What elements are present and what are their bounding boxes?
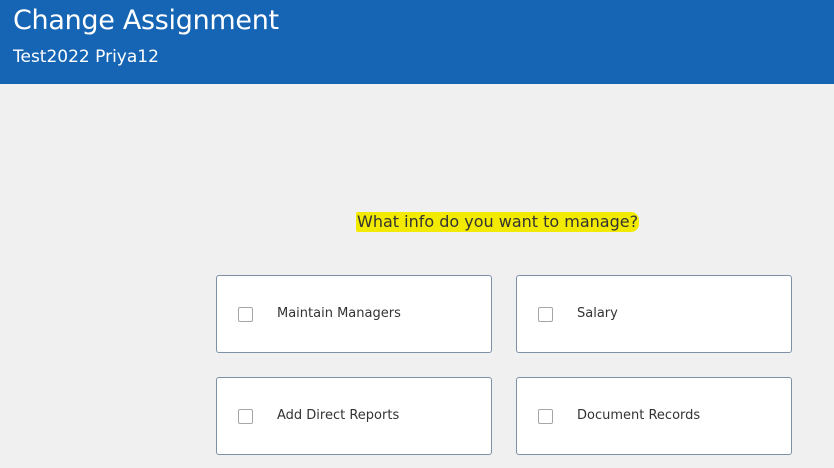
page-header: Change Assignment Test2022 Priya12 [0, 0, 834, 84]
employee-name: Test2022 Priya12 [13, 47, 159, 67]
checkbox[interactable] [538, 409, 553, 424]
checkbox[interactable] [238, 307, 253, 322]
checkbox[interactable] [238, 409, 253, 424]
option-card-add-direct-reports[interactable]: Add Direct Reports [216, 377, 492, 455]
question-heading: What info do you want to manage? [356, 212, 640, 232]
option-card-document-records[interactable]: Document Records [516, 377, 792, 455]
option-label: Maintain Managers [277, 306, 401, 321]
checkbox[interactable] [538, 307, 553, 322]
option-label: Add Direct Reports [277, 408, 400, 423]
option-label: Salary [577, 306, 618, 321]
option-card-maintain-managers[interactable]: Maintain Managers [216, 275, 492, 353]
option-label: Document Records [577, 408, 701, 423]
option-card-salary[interactable]: Salary [516, 275, 792, 353]
page-title: Change Assignment [13, 5, 279, 36]
